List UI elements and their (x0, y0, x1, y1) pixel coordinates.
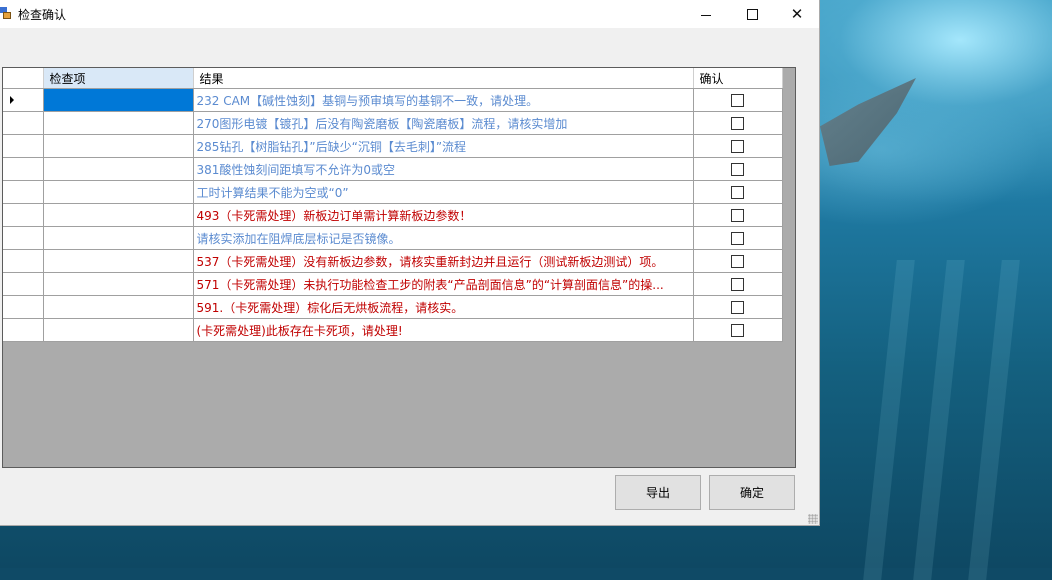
cell-check-item[interactable] (43, 88, 194, 112)
row-header[interactable] (3, 111, 44, 135)
table-row[interactable]: (卡死需处理)此板存在卡死项，请处理! (3, 318, 783, 342)
cell-result[interactable]: 232 CAM【碱性蚀刻】基铜与预审填写的基铜不一致，请处理。 (193, 88, 694, 112)
minimize-button[interactable] (683, 0, 729, 28)
cell-result[interactable]: 请核实添加在阻焊底层标记是否镜像。 (193, 226, 694, 250)
underwater-rock (820, 78, 916, 166)
row-header[interactable] (3, 318, 44, 342)
cell-result[interactable]: 537（卡死需处理）没有新板边参数，请核实重新封边并且运行（测试新板边测试）项。 (193, 249, 694, 273)
cell-check-item[interactable] (43, 180, 194, 204)
row-header[interactable] (3, 180, 44, 204)
cell-confirm (693, 203, 783, 227)
check-grid[interactable]: 检查项 结果 确认 232 CAM【碱性蚀刻】基铜与预审填写的基铜不一致，请处理… (2, 67, 796, 468)
table-row[interactable]: 请核实添加在阻焊底层标记是否镜像。 (3, 226, 783, 250)
row-header[interactable] (3, 88, 44, 112)
cell-confirm (693, 134, 783, 158)
table-row[interactable]: 381酸性蚀刻间距填写不允许为0或空 (3, 157, 783, 181)
cell-confirm (693, 272, 783, 296)
close-button[interactable]: ✕ (774, 0, 820, 28)
row-header[interactable] (3, 249, 44, 273)
maximize-button[interactable] (729, 0, 775, 28)
table-row[interactable]: 285钻孔【树脂钻孔】”后缺少“沉铜【去毛刺】”流程 (3, 134, 783, 158)
export-button[interactable]: 导出 (615, 475, 701, 510)
cell-check-item[interactable] (43, 318, 194, 342)
row-header[interactable] (3, 157, 44, 181)
cell-result[interactable]: 591.（卡死需处理）棕化后无烘板流程，请核实。 (193, 295, 694, 319)
table-row[interactable]: 270图形电镀【镀孔】后没有陶瓷磨板【陶瓷磨板】流程，请核实增加 (3, 111, 783, 135)
cell-confirm (693, 226, 783, 250)
check-table: 检查项 结果 确认 232 CAM【碱性蚀刻】基铜与预审填写的基铜不一致，请处理… (3, 68, 783, 342)
table-row[interactable]: 493（卡死需处理）新板边订单需计算新板边参数！ (3, 203, 783, 227)
table-row[interactable]: 工时计算结果不能为空或“0” (3, 180, 783, 204)
cell-confirm (693, 111, 783, 135)
window-title: 检查确认 (18, 8, 67, 22)
close-icon: ✕ (790, 5, 804, 23)
app-icon (0, 7, 12, 20)
minimize-icon (701, 14, 711, 16)
cell-confirm (693, 180, 783, 204)
cell-check-item[interactable] (43, 157, 194, 181)
grid-body: 232 CAM【碱性蚀刻】基铜与预审填写的基铜不一致，请处理。 270图形电镀【镀… (3, 88, 783, 342)
cell-check-item[interactable] (43, 226, 194, 250)
cell-check-item[interactable] (43, 111, 194, 135)
cell-check-item[interactable] (43, 295, 194, 319)
table-row[interactable]: 591.（卡死需处理）棕化后无烘板流程，请核实。 (3, 295, 783, 319)
corner-header (3, 68, 44, 89)
column-header-result[interactable]: 结果 (193, 68, 694, 89)
row-header[interactable] (3, 203, 44, 227)
maximize-icon (746, 8, 758, 20)
column-header-confirm[interactable]: 确认 (693, 68, 783, 89)
header-row: 检查项 结果 确认 (3, 68, 783, 89)
cell-result[interactable]: 工时计算结果不能为空或“0” (193, 180, 694, 204)
confirm-checkbox[interactable] (731, 278, 744, 291)
title-bar[interactable]: 检查确认 ✕ (0, 0, 819, 28)
table-row[interactable]: 232 CAM【碱性蚀刻】基铜与预审填写的基铜不一致，请处理。 (3, 88, 783, 112)
resize-grip[interactable] (808, 514, 818, 524)
cell-result[interactable]: 571（卡死需处理）未执行功能检查工步的附表“产品剖面信息”的“计算剖面信息”的… (193, 272, 694, 296)
confirm-checkbox[interactable] (731, 255, 744, 268)
cell-confirm (693, 88, 783, 112)
table-row[interactable]: 571（卡死需处理）未执行功能检查工步的附表“产品剖面信息”的“计算剖面信息”的… (3, 272, 783, 296)
current-row-arrow-icon (10, 96, 14, 104)
confirm-checkbox[interactable] (731, 140, 744, 153)
column-header-check-item[interactable]: 检查项 (43, 68, 194, 89)
confirm-checkbox[interactable] (731, 209, 744, 222)
cell-check-item[interactable] (43, 249, 194, 273)
cell-confirm (693, 157, 783, 181)
row-header[interactable] (3, 295, 44, 319)
cell-result[interactable]: 270图形电镀【镀孔】后没有陶瓷磨板【陶瓷磨板】流程，请核实增加 (193, 111, 694, 135)
confirm-button[interactable]: 确定 (709, 475, 795, 510)
confirm-checkbox[interactable] (731, 301, 744, 314)
cell-confirm (693, 249, 783, 273)
row-header[interactable] (3, 272, 44, 296)
cell-check-item[interactable] (43, 272, 194, 296)
cell-confirm (693, 318, 783, 342)
table-row[interactable]: 537（卡死需处理）没有新板边参数，请核实重新封边并且运行（测试新板边测试）项。 (3, 249, 783, 273)
cell-result[interactable]: 493（卡死需处理）新板边订单需计算新板边参数！ (193, 203, 694, 227)
row-header[interactable] (3, 226, 44, 250)
cell-check-item[interactable] (43, 134, 194, 158)
cell-result[interactable]: (卡死需处理)此板存在卡死项，请处理! (193, 318, 694, 342)
confirm-checkbox[interactable] (731, 186, 744, 199)
row-header[interactable] (3, 134, 44, 158)
cell-check-item[interactable] (43, 203, 194, 227)
check-confirm-dialog: 检查确认 ✕ 检查项 结果 确认 232 CAM【碱性蚀刻】基铜与预审填写的基铜… (0, 0, 820, 526)
confirm-checkbox[interactable] (731, 163, 744, 176)
confirm-checkbox[interactable] (731, 117, 744, 130)
confirm-checkbox[interactable] (731, 324, 744, 337)
cell-confirm (693, 295, 783, 319)
cell-result[interactable]: 285钻孔【树脂钻孔】”后缺少“沉铜【去毛刺】”流程 (193, 134, 694, 158)
cell-result[interactable]: 381酸性蚀刻间距填写不允许为0或空 (193, 157, 694, 181)
confirm-checkbox[interactable] (731, 94, 744, 107)
confirm-checkbox[interactable] (731, 232, 744, 245)
